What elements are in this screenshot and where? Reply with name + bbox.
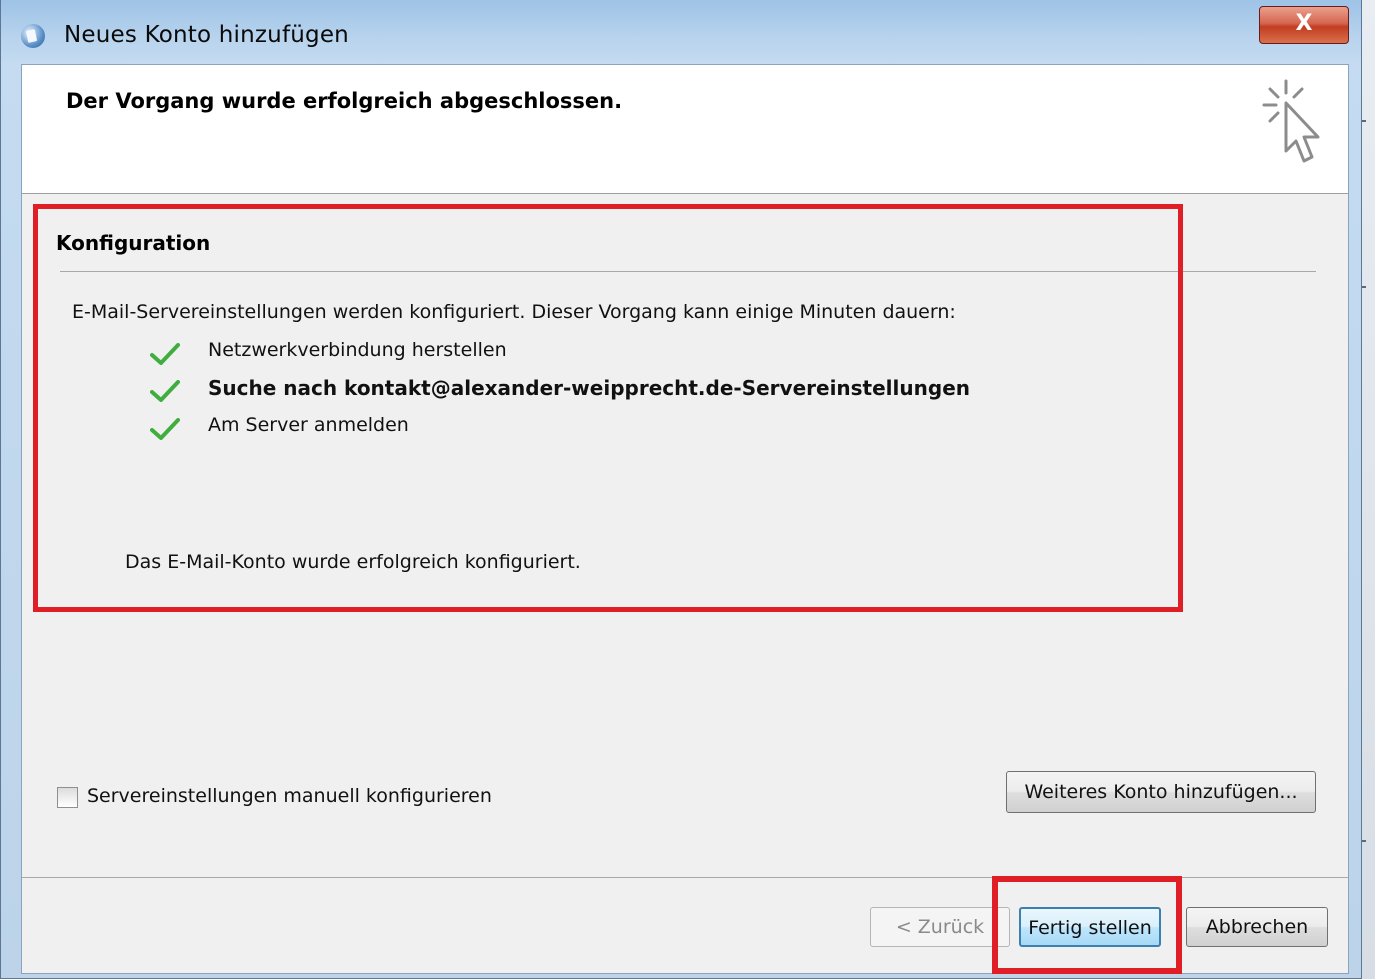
annotation-highlight-finish-button bbox=[992, 876, 1182, 974]
dialog-header: Der Vorgang wurde erfolgreich abgeschlos… bbox=[22, 65, 1348, 194]
cancel-button[interactable]: Abbrechen bbox=[1186, 907, 1328, 947]
outlook-app-icon bbox=[21, 24, 45, 48]
window-title: Neues Konto hinzufügen bbox=[64, 22, 349, 48]
title-bar[interactable]: Neues Konto hinzufügen X bbox=[1, 0, 1363, 64]
wizard-cursor-icon bbox=[1262, 79, 1320, 163]
header-title: Der Vorgang wurde erfolgreich abgeschlos… bbox=[66, 89, 623, 113]
manual-config-checkbox[interactable] bbox=[57, 787, 78, 808]
close-button[interactable]: X bbox=[1259, 6, 1349, 44]
background-mark bbox=[1362, 840, 1366, 842]
annotation-highlight-configuration bbox=[33, 204, 1183, 612]
background-mark bbox=[1362, 120, 1366, 122]
add-another-account-button[interactable]: Weiteres Konto hinzufügen... bbox=[1006, 771, 1316, 813]
back-button[interactable]: < Zurück bbox=[870, 907, 1010, 947]
manual-config-label[interactable]: Servereinstellungen manuell konfiguriere… bbox=[87, 785, 492, 807]
background-mark bbox=[1362, 286, 1366, 288]
